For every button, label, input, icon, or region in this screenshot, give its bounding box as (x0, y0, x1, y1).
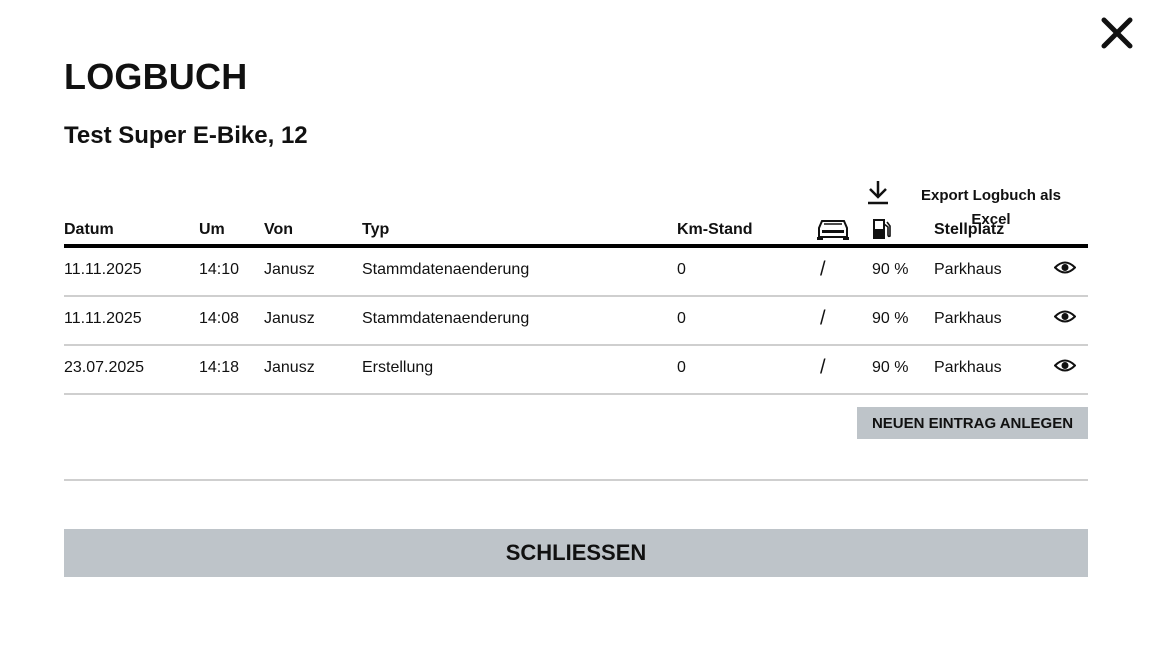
cell-stellplatz: Parkhaus (934, 310, 1002, 328)
cell-um: 14:08 (199, 310, 240, 328)
cell-car-status: / (820, 258, 826, 281)
cell-um: 14:18 (199, 359, 240, 377)
header-um: Um (199, 221, 225, 238)
vehicle-subtitle: Test Super E-Bike, 12 (64, 122, 308, 149)
cell-km-stand: 0 (677, 359, 686, 377)
cell-typ: Stammdatenaenderung (362, 261, 530, 279)
header-datum: Datum (64, 221, 114, 238)
cell-km-stand: 0 (677, 261, 686, 279)
cell-datum: 11.11.2025 (64, 310, 142, 328)
eye-icon[interactable] (1053, 358, 1077, 379)
fuel-icon (872, 218, 892, 245)
cell-fuel-level: 90 % (872, 359, 909, 377)
logbook-dialog: LOGBUCH Test Super E-Bike, 12 Export Log… (0, 0, 1152, 657)
download-icon (868, 181, 888, 205)
divider (64, 479, 1088, 481)
cell-datum: 11.11.2025 (64, 261, 142, 279)
close-icon[interactable] (1100, 16, 1134, 50)
table-row: 23.07.2025 14:18 Janusz Erstellung 0 / 9… (64, 346, 1088, 395)
header-stellplatz: Stellplatz (934, 221, 1005, 238)
table-header: Datum Um Von Typ Km-Stand Stellplatz (64, 214, 1088, 248)
cell-fuel-level: 90 % (872, 310, 909, 328)
cell-von: Janusz (264, 310, 315, 328)
cell-stellplatz: Parkhaus (934, 359, 1002, 377)
eye-icon[interactable] (1053, 309, 1077, 330)
new-entry-button[interactable]: NEUEN EINTRAG ANLEGEN (857, 407, 1088, 439)
cell-von: Janusz (264, 261, 315, 279)
cell-stellplatz: Parkhaus (934, 261, 1002, 279)
logbook-table: Datum Um Von Typ Km-Stand Stellplatz 11.… (64, 214, 1088, 395)
header-km-stand: Km-Stand (677, 221, 753, 238)
header-typ: Typ (362, 221, 390, 238)
cell-typ: Erstellung (362, 359, 434, 377)
car-icon (816, 218, 850, 245)
cell-von: Janusz (264, 359, 315, 377)
table-row: 11.11.2025 14:10 Janusz Stammdatenaender… (64, 248, 1088, 297)
eye-icon[interactable] (1053, 260, 1077, 281)
page-title: LOGBUCH (64, 56, 248, 97)
cell-km-stand: 0 (677, 310, 686, 328)
cell-car-status: / (820, 356, 826, 379)
cell-datum: 23.07.2025 (64, 359, 145, 377)
cell-car-status: / (820, 307, 826, 330)
header-von: Von (264, 221, 294, 238)
cell-fuel-level: 90 % (872, 261, 909, 279)
close-button[interactable]: SCHLIESSEN (64, 529, 1088, 577)
cell-um: 14:10 (199, 261, 240, 279)
cell-typ: Stammdatenaenderung (362, 310, 530, 328)
table-row: 11.11.2025 14:08 Janusz Stammdatenaender… (64, 297, 1088, 346)
